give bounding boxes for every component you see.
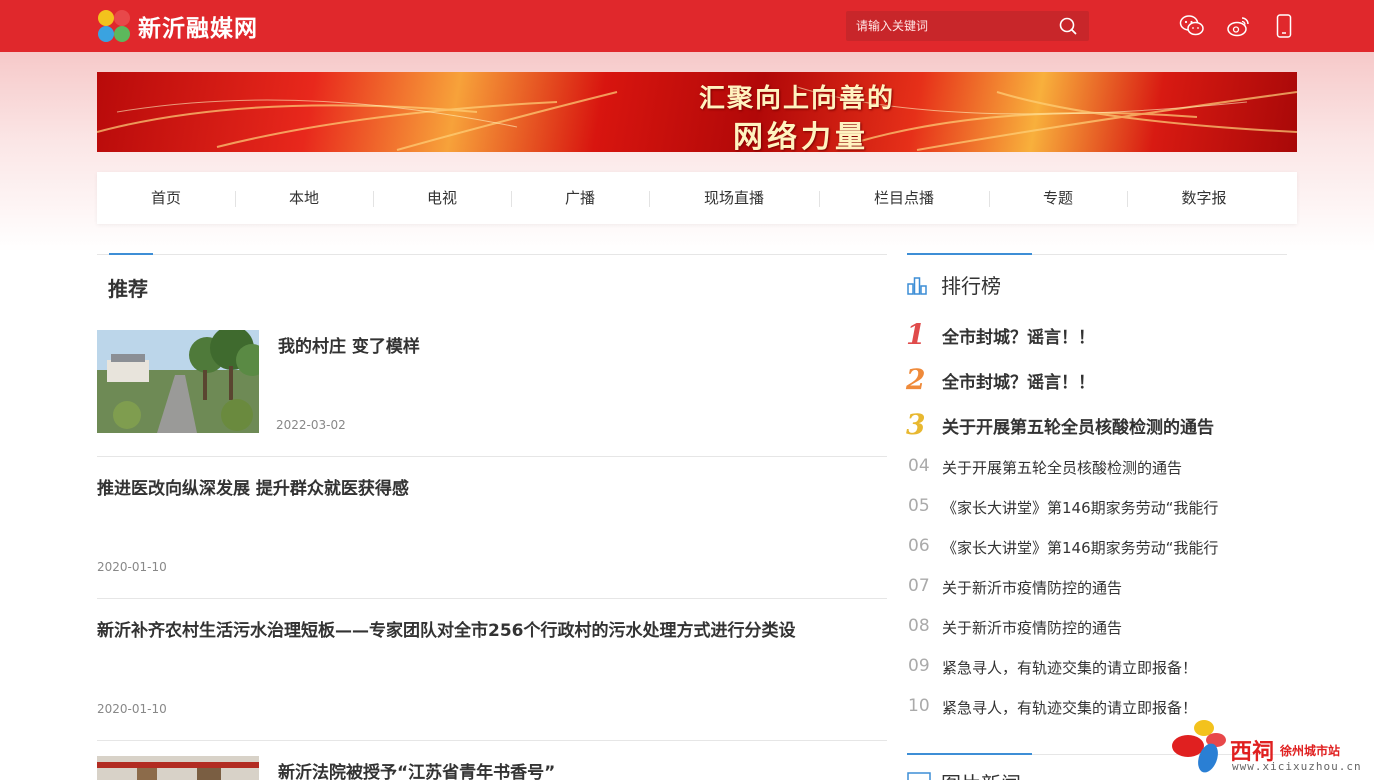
nav-item-radio[interactable]: 广播 (511, 172, 649, 224)
search-box (846, 11, 1089, 41)
search-icon[interactable] (1058, 16, 1078, 36)
site-name: 新沂融媒网 (138, 16, 258, 42)
article-date: 2020-01-10 (97, 702, 167, 716)
rank-number: 07 (908, 576, 930, 596)
rank-number: 2 (906, 363, 926, 396)
rank-item[interactable]: 关于新沂市疫情防控的通告 (942, 617, 1122, 638)
section-title-picture-news: 图片新闻 (941, 768, 1021, 780)
banner-slogan-line1: 汇聚向上向善的 (699, 84, 896, 114)
banner[interactable]: 汇聚向上向善的 网络力量 (97, 72, 1297, 152)
ranking-chart-icon (907, 277, 927, 295)
nav-item-topics[interactable]: 专题 (989, 172, 1127, 224)
rank-item[interactable]: 全市封城？谣言！！ (942, 323, 1095, 348)
rank-number: 3 (906, 408, 926, 441)
rank-number: 06 (908, 536, 930, 556)
rank-item[interactable]: 紧急寻人，有轨迹交集的请立即报备！ (942, 697, 1197, 718)
rank-number: 08 (908, 616, 930, 636)
search-input[interactable] (846, 11, 1051, 41)
watermark-url: www.xicixuzhou.cn (1232, 760, 1362, 773)
nav-item-vod[interactable]: 栏目点播 (819, 172, 989, 224)
nav-item-tv[interactable]: 电视 (373, 172, 511, 224)
wechat-icon[interactable] (1179, 13, 1205, 39)
article-title[interactable]: 我的村庄 变了模样 (278, 332, 420, 357)
article-title[interactable]: 新沂补齐农村生活污水治理短板——专家团队对全市256个行政村的污水处理方式进行分… (97, 616, 795, 641)
rank-item[interactable]: 紧急寻人，有轨迹交集的请立即报备！ (942, 657, 1197, 678)
article-thumbnail[interactable] (97, 330, 259, 433)
article-date: 2022-03-02 (276, 418, 346, 432)
article-date: 2020-01-10 (97, 560, 167, 574)
article-divider (97, 456, 887, 457)
picture-news-accent (907, 753, 1032, 755)
main-nav: 首页 本地 电视 广播 现场直播 栏目点播 专题 数字报 (97, 172, 1297, 224)
rank-item[interactable]: 《家长大讲堂》第146期家务劳动“我能行 (942, 537, 1218, 558)
rank-item[interactable]: 全市封城？谣言！！ (942, 368, 1095, 393)
watermark-city: 徐州城市站 (1280, 744, 1341, 758)
article-divider (97, 598, 887, 599)
rank-number: 04 (908, 456, 930, 476)
nav-item-home[interactable]: 首页 (97, 172, 235, 224)
mobile-icon[interactable] (1271, 13, 1297, 39)
rank-number: 10 (908, 696, 930, 716)
ranking-title: 排行榜 (941, 274, 1001, 298)
article-title[interactable]: 新沂法院被授予“江苏省青年书香号” (278, 758, 555, 780)
rank-number: 09 (908, 656, 930, 676)
xici-watermark: 西祠 徐州城市站 www.xicixuzhou.cn (1170, 714, 1374, 780)
banner-decoration (97, 86, 1297, 151)
rank-item[interactable]: 关于新沂市疫情防控的通告 (942, 577, 1122, 598)
rank-number: 1 (906, 318, 926, 351)
ranking-accent (907, 253, 1032, 255)
rank-item[interactable]: 关于开展第五轮全员核酸检测的通告 (942, 413, 1214, 438)
banner-slogan-line2: 网络力量 (733, 120, 869, 152)
nav-item-local[interactable]: 本地 (235, 172, 373, 224)
weibo-icon[interactable] (1225, 13, 1251, 39)
article-title[interactable]: 推进医改向纵深发展 提升群众就医获得感 (97, 474, 409, 499)
section-title-recommend: 推荐 (108, 277, 148, 301)
section-accent (109, 253, 153, 255)
rank-item[interactable]: 《家长大讲堂》第146期家务劳动“我能行 (942, 497, 1218, 518)
top-header: 新沂融媒网 (0, 0, 1374, 52)
picture-icon (907, 772, 931, 780)
section-divider (97, 254, 887, 255)
article-divider (97, 740, 887, 741)
rank-item[interactable]: 关于开展第五轮全员核酸检测的通告 (942, 457, 1182, 478)
article-thumbnail[interactable] (97, 756, 259, 780)
logo-mark-icon (96, 8, 132, 44)
nav-item-epaper[interactable]: 数字报 (1127, 172, 1281, 224)
site-logo[interactable]: 新沂融媒网 (96, 8, 258, 44)
rank-number: 05 (908, 496, 930, 516)
xici-logo-icon (1172, 720, 1226, 773)
nav-item-live[interactable]: 现场直播 (649, 172, 819, 224)
